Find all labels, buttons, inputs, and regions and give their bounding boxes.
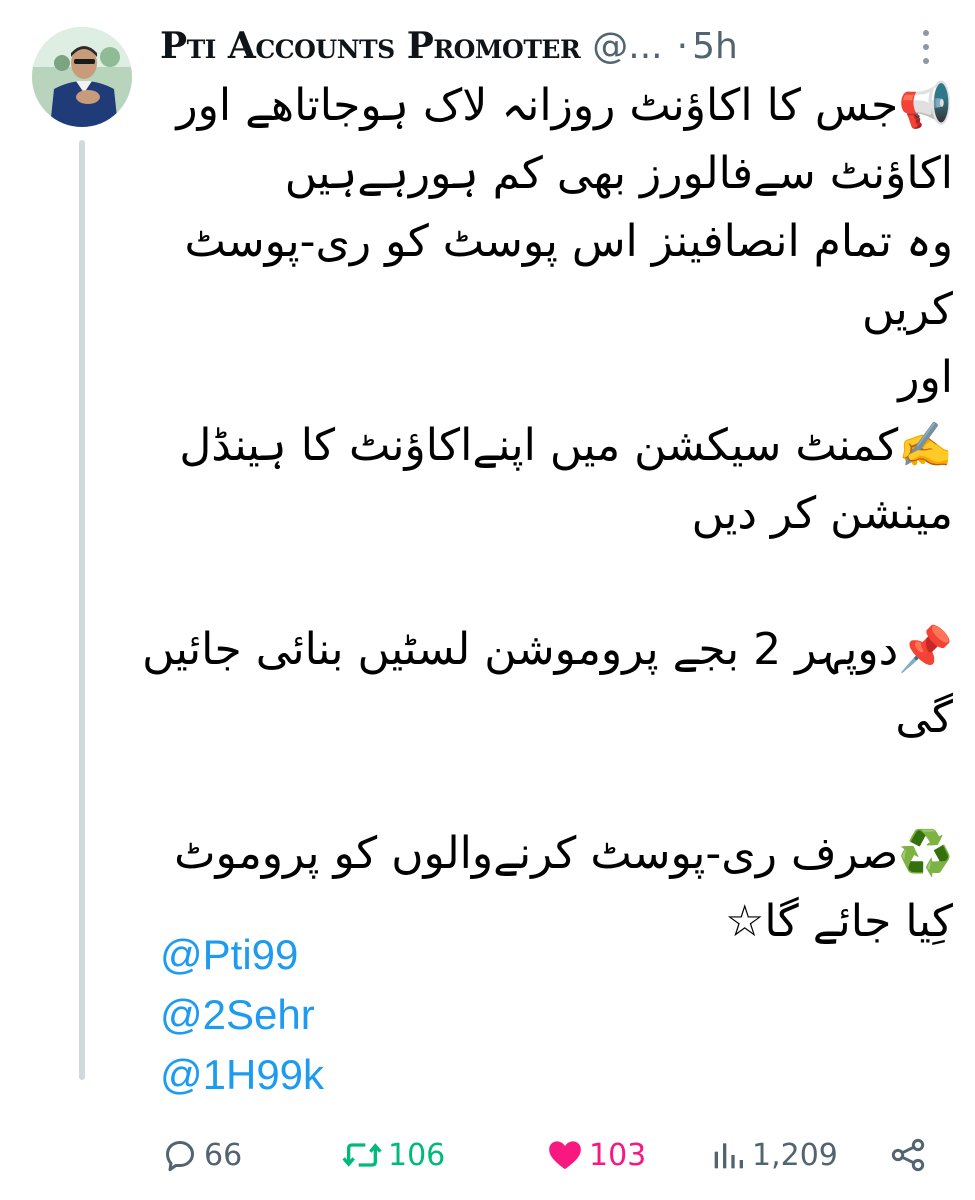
tweet-text: 📢جس کا اکاؤنٹ روزانہ لاک ہوجاتاھے اور اک… (142, 72, 953, 956)
tweet-text-line: اکاؤنٹ سےفالورز بھی کم ہورہےہیں (284, 148, 953, 199)
more-vertical-icon[interactable] (919, 30, 933, 64)
tweet-text-line: مینشن کر دیں (691, 488, 953, 539)
tweet-text-line: ✍️کمنٹ سیکشن میں اپنےاکاؤنٹ کا ہینڈل (179, 420, 953, 471)
mention-link[interactable]: @2Sehr (160, 985, 324, 1045)
mention-link[interactable]: @Pti99 (160, 925, 324, 985)
tweet-text-blank-line (160, 752, 953, 820)
tweet-header: Pti Accounts Promoter @... · 5h (160, 20, 945, 72)
heart-icon (549, 1141, 581, 1170)
tweet-text-line: اور (898, 352, 953, 403)
tweet-text-line: وہ تمام انصافینز اس پوسٹ کو ری-پوسٹ (184, 216, 953, 267)
repost-button[interactable]: 106 (340, 1130, 445, 1180)
author-name[interactable]: Pti Accounts Promoter (160, 25, 581, 67)
tweet-text-line: 📌دوپہر 2 بجے پروموشن لسٹیں بنائی جائیں (142, 624, 953, 675)
share-icon (891, 1138, 925, 1172)
mention-list: @Pti99 @2Sehr @1H99k (160, 925, 324, 1105)
reply-icon (166, 1141, 194, 1172)
tweet-card[interactable]: Pti Accounts Promoter @... · 5h 📢جس کا ا… (0, 0, 975, 1200)
reply-count: 66 (204, 1137, 243, 1173)
tweet-text-blank-line (160, 548, 953, 616)
views-count: 1,209 (752, 1137, 838, 1173)
like-button[interactable]: 103 (545, 1130, 646, 1180)
tweet-text-line: کریں (862, 284, 953, 335)
tweet-text-line: ♻️صرف ری-پوسٹ کرنےوالوں کو پروموٹ (174, 828, 953, 879)
share-button[interactable] (888, 1130, 928, 1180)
mention-link[interactable]: @1H99k (160, 1045, 324, 1105)
like-count: 103 (589, 1137, 647, 1173)
views-button[interactable]: 1,209 (708, 1130, 838, 1180)
timestamp[interactable]: 5h (692, 26, 738, 67)
views-icon (714, 1143, 743, 1169)
tweet-text-line: گی (895, 692, 953, 743)
tweet-text-line: 📢جس کا اکاؤنٹ روزانہ لاک ہوجاتاھے اور (176, 80, 953, 131)
repost-icon (342, 1143, 382, 1167)
repost-count: 106 (388, 1137, 446, 1173)
avatar[interactable] (32, 27, 132, 127)
thread-line (79, 140, 85, 1080)
avatar-photo (32, 27, 132, 127)
reply-button[interactable]: 66 (160, 1130, 242, 1180)
action-bar: 66 106 103 1,209 (160, 1130, 935, 1180)
author-handle[interactable]: @... (592, 26, 662, 67)
separator-dot: · (676, 25, 689, 67)
